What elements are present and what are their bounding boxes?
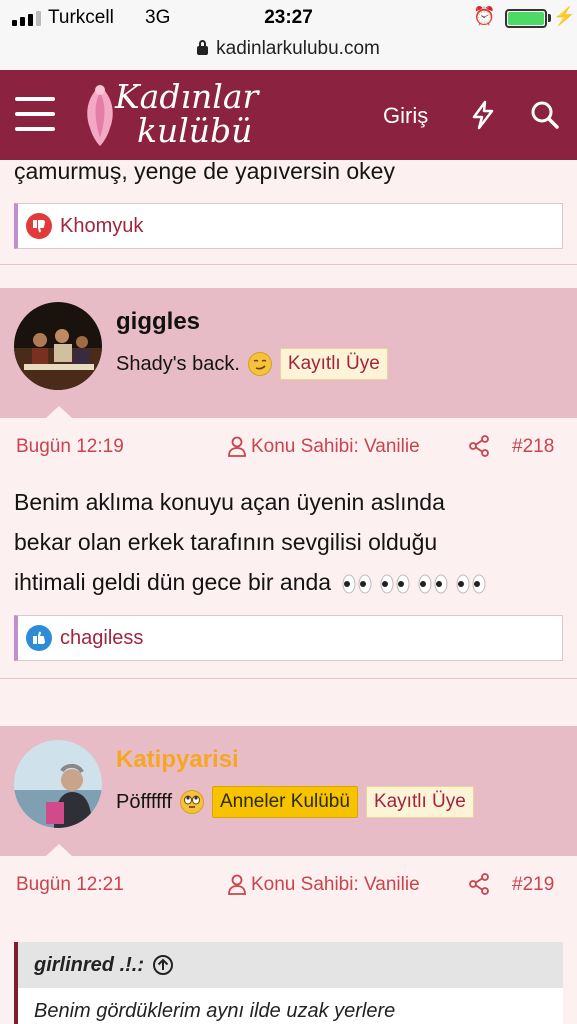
quote-author[interactable]: girlinred .!.: — [34, 954, 144, 977]
thread-starter[interactable]: Konu Sahibi: Vanilie — [227, 436, 420, 458]
login-link[interactable]: Giriş — [383, 103, 428, 129]
post-text-line: Benim aklıma konuyu açan üyenin aslında — [14, 489, 445, 515]
url-bar[interactable]: kadinlarkulubu.com — [0, 36, 577, 70]
post-date[interactable]: Bugün 12:19 — [16, 436, 124, 458]
quote-header[interactable]: girlinred .!.: — [18, 942, 563, 988]
user-title-row: Pöffffff Anneler Kulübü Kayıtlı Üye — [116, 786, 474, 818]
avatar[interactable] — [14, 302, 102, 390]
thread-content: çamurmuş, yenge de yapıversin okey Khomy… — [0, 160, 577, 1024]
battery-icon — [505, 9, 547, 28]
reaction-user[interactable]: chagiless — [60, 627, 143, 650]
rolling-eyes-emoji-icon — [180, 790, 204, 814]
post-text-line: bekar olan erkek tarafının sevgilisi old… — [14, 529, 438, 555]
post-date[interactable]: Bugün 12:21 — [16, 874, 124, 896]
post-user-header: giggles Shady's back. Kayıtlı Üye — [0, 288, 577, 418]
username[interactable]: Katipyarisi — [116, 746, 239, 774]
arrow-up-circle-icon[interactable] — [152, 954, 174, 976]
alarm-icon: ⏰ — [473, 6, 496, 26]
reaction-user[interactable]: Khomyuk — [60, 215, 143, 238]
user-title-row: Shady's back. Kayıtlı Üye — [116, 348, 388, 380]
thread-starter-label: Konu Sahibi: Vanilie — [251, 436, 420, 457]
post-number[interactable]: #219 — [512, 874, 554, 896]
post-text: çamurmuş, yenge de yapıversin okey — [14, 160, 395, 184]
share-icon[interactable] — [468, 435, 490, 457]
menu-icon[interactable] — [15, 97, 55, 131]
notch — [46, 844, 72, 856]
user-title: Pöffffff — [116, 790, 172, 813]
lock-icon — [197, 40, 209, 55]
site-header: Kadınlar kulübü Giriş — [0, 70, 577, 160]
post-number[interactable]: #218 — [512, 436, 554, 458]
thread-starter-label: Konu Sahibi: Vanilie — [251, 874, 420, 895]
url-text: kadinlarkulubu.com — [216, 38, 380, 59]
user-badge: Kayıtlı Üye — [279, 348, 388, 380]
username[interactable]: giggles — [116, 308, 200, 336]
user-icon — [228, 874, 246, 895]
reaction-bar[interactable]: chagiless — [14, 615, 563, 661]
quote-text: Benim gördüklerim aynı ilde uzak yerlere — [34, 1000, 396, 1022]
user-title: Shady's back. — [116, 352, 240, 375]
post-text-line: ihtimali geldi dün gece bir anda — [14, 562, 491, 602]
post-meta: Bugün 12:19 Konu Sahibi: Vanilie #218 — [0, 418, 577, 474]
thread-starter[interactable]: Konu Sahibi: Vanilie — [227, 874, 420, 896]
post-meta: Bugün 12:21 Konu Sahibi: Vanilie #219 — [0, 856, 577, 912]
avatar[interactable] — [14, 740, 102, 828]
share-icon[interactable] — [468, 873, 490, 895]
charging-icon: ⚡ — [553, 6, 576, 26]
search-icon[interactable] — [530, 100, 560, 130]
post-text: Benim aklıma konuyu açan üyenin aslında … — [14, 482, 491, 602]
notch — [46, 406, 72, 418]
post-text-line-content: ihtimali geldi dün gece bir anda — [14, 569, 332, 595]
divider — [0, 678, 577, 679]
eyes-emoji-icon — [341, 573, 491, 595]
thumbs-down-icon — [26, 213, 52, 239]
smirk-emoji-icon — [247, 352, 272, 376]
divider — [0, 264, 577, 265]
reaction-bar[interactable]: Khomyuk — [14, 203, 563, 249]
bolt-icon[interactable] — [470, 100, 496, 130]
thumbs-up-icon — [26, 625, 52, 651]
user-icon — [228, 436, 246, 457]
logo-line-2: kulübü — [137, 111, 253, 150]
quote-block: girlinred .!.: Benim gördüklerim aynı il… — [14, 942, 563, 1024]
user-badge: Anneler Kulübü — [212, 786, 358, 818]
status-bar: Turkcell 3G 23:27 ⏰ ⚡ — [0, 0, 577, 36]
post-user-header: Katipyarisi Pöffffff Anneler Kulübü Kayı… — [0, 726, 577, 856]
logo-line-1: Kadınlar — [115, 77, 259, 116]
site-logo[interactable]: Kadınlar kulübü — [115, 80, 258, 148]
user-badge: Kayıtlı Üye — [365, 786, 474, 818]
